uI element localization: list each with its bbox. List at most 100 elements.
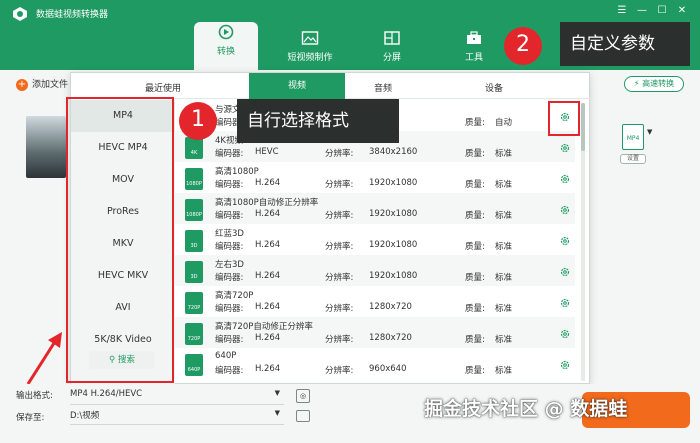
output-format-card[interactable]: MP4: [622, 124, 644, 150]
preset-row[interactable]: 3D 红蓝3D 编码器: H.264 分辨率: 1920x1080 质量: 标准: [175, 224, 575, 255]
encoder-value: H.264: [255, 271, 281, 281]
preset-name: 高清1080P: [215, 167, 259, 177]
resolution-value: 1280x720: [369, 333, 412, 343]
resolution-value: 1920x1080: [369, 271, 418, 281]
encoder-value: H.264: [255, 302, 281, 312]
encoder-value: H.264: [255, 178, 281, 188]
preset-name: 红蓝3D: [215, 229, 244, 239]
gear-icon[interactable]: [560, 205, 570, 215]
quality-value: 标准: [495, 273, 513, 283]
minimize-button[interactable]: —: [634, 5, 650, 16]
tab-short-video[interactable]: 短视频制作: [278, 28, 342, 68]
preset-row[interactable]: 640P 640P 编码器: H.264 分辨率: 960x640 质量: 标准: [175, 348, 575, 380]
encoder-label: 编码器:: [215, 366, 244, 376]
encoder-label: 编码器:: [215, 335, 244, 345]
step-2-callout: 自定义参数: [560, 22, 690, 66]
preset-row[interactable]: 3D 左右3D 编码器: H.264 分辨率: 1920x1080 质量: 标准: [175, 255, 575, 286]
quality-label: 质量:: [465, 211, 485, 221]
chevron-down-icon: ▼: [274, 409, 280, 417]
maximize-button[interactable]: ☐: [654, 5, 670, 16]
quality-label: 质量:: [465, 273, 485, 283]
preset-name: 高清720P: [215, 291, 254, 301]
fast-convert-label: 高速转换: [642, 79, 675, 88]
watermark: 掘金技术社区 @ 数据蛙: [424, 398, 628, 420]
video-file-icon: 720P: [185, 323, 203, 345]
resolution-value: 3840x2160: [369, 147, 418, 157]
format-edit-icon[interactable]: ◎: [296, 389, 310, 403]
video-file-icon: 4K: [185, 137, 203, 159]
encoder-value: HEVC: [255, 147, 279, 157]
quality-label: 质量:: [465, 366, 485, 376]
quality-label: 质量:: [465, 304, 485, 314]
quality-value: 标准: [495, 366, 513, 376]
close-button[interactable]: ✕: [674, 5, 690, 16]
tab-split-screen[interactable]: 分屏: [360, 28, 424, 68]
resolution-value: 1280x720: [369, 302, 412, 312]
preset-row[interactable]: 720P 高清720P自动修正分辨率 编码器: H.264 分辨率: 1280x…: [175, 317, 575, 348]
quality-value: 标准: [495, 242, 513, 252]
resolution-label: 分辨率:: [325, 366, 354, 376]
tab-convert-label: 转换: [216, 47, 235, 57]
convert-icon: [218, 24, 234, 40]
format-list-highlight: [66, 97, 174, 383]
gear-icon[interactable]: [560, 360, 570, 370]
video-file-icon: 3D: [185, 261, 203, 283]
gear-icon[interactable]: [560, 174, 570, 184]
add-file-button[interactable]: + 添加文件: [16, 77, 68, 91]
resolution-value: 1920x1080: [369, 178, 418, 188]
quality-label: 质量:: [465, 149, 485, 159]
gear-icon[interactable]: [560, 298, 570, 308]
resolution-label: 分辨率:: [325, 335, 354, 345]
image-icon: [301, 31, 319, 45]
resolution-label: 分辨率:: [325, 242, 354, 252]
add-file-label: 添加文件: [32, 80, 69, 90]
fast-convert-button[interactable]: ⚡ 高速转换: [624, 76, 684, 92]
quality-value: 标准: [495, 304, 513, 314]
tab-tools[interactable]: 工具: [442, 28, 506, 68]
encoder-label: 编码器:: [215, 211, 244, 221]
tab-device[interactable]: 设备: [485, 81, 503, 94]
toolbox-icon: [467, 31, 481, 44]
video-file-icon: 1080P: [185, 199, 203, 221]
encoder-label: 编码器:: [215, 304, 244, 314]
app-title: 数据蛙视频转换器: [36, 10, 109, 20]
encoder-label: 编码器:: [215, 180, 244, 190]
tab-audio[interactable]: 音频: [374, 81, 392, 94]
preset-row[interactable]: 720P 高清720P 编码器: H.264 分辨率: 1280x720 质量:…: [175, 286, 575, 317]
preset-name: 高清1080P自动修正分辨率: [215, 198, 319, 208]
preset-row[interactable]: 1080P 高清1080P自动修正分辨率 编码器: H.264 分辨率: 192…: [175, 193, 575, 224]
gear-icon[interactable]: [560, 267, 570, 277]
quality-value: 标准: [495, 211, 513, 221]
resolution-value: 1920x1080: [369, 240, 418, 250]
tab-video[interactable]: 视频: [249, 73, 345, 99]
tab-recent[interactable]: 最近使用: [145, 81, 181, 94]
gear-icon[interactable]: [560, 236, 570, 246]
video-thumbnail[interactable]: [26, 116, 66, 178]
resolution-value: 960x640: [369, 364, 407, 374]
preset-row[interactable]: 1080P 高清1080P 编码器: H.264 分辨率: 1920x1080 …: [175, 162, 575, 193]
chevron-down-icon: ▼: [274, 389, 280, 397]
save-path-select[interactable]: D:\视频 ▼: [70, 409, 284, 425]
step-1-callout: 自行选择格式: [237, 99, 399, 143]
menu-icon[interactable]: ☰: [614, 5, 630, 16]
gear-icon[interactable]: [560, 329, 570, 339]
resolution-label: 分辨率:: [325, 180, 354, 190]
encoder-label: 编码器:: [215, 273, 244, 283]
format-settings-button[interactable]: 设置: [620, 154, 646, 164]
folder-icon[interactable]: [296, 410, 310, 422]
chevron-down-icon[interactable]: ▼: [647, 128, 652, 136]
encoder-value: H.264: [255, 240, 281, 250]
encoder-label: 编码器:: [215, 149, 244, 159]
step-1-badge: 1: [179, 102, 217, 140]
encoder-value: H.264: [255, 333, 281, 343]
save-to-label: 保存至:: [16, 413, 45, 423]
quality-label: 质量:: [465, 180, 485, 190]
output-format-select[interactable]: MP4 H.264/HEVC ▼: [70, 389, 284, 405]
tab-tools-label: 工具: [464, 53, 483, 63]
video-file-icon: 1080P: [185, 168, 203, 190]
resolution-label: 分辨率:: [325, 211, 354, 221]
scrollbar-thumb[interactable]: [581, 103, 585, 151]
quality-value: 自动: [495, 118, 513, 128]
tab-convert[interactable]: 转换: [194, 22, 258, 70]
gear-icon[interactable]: [560, 143, 570, 153]
